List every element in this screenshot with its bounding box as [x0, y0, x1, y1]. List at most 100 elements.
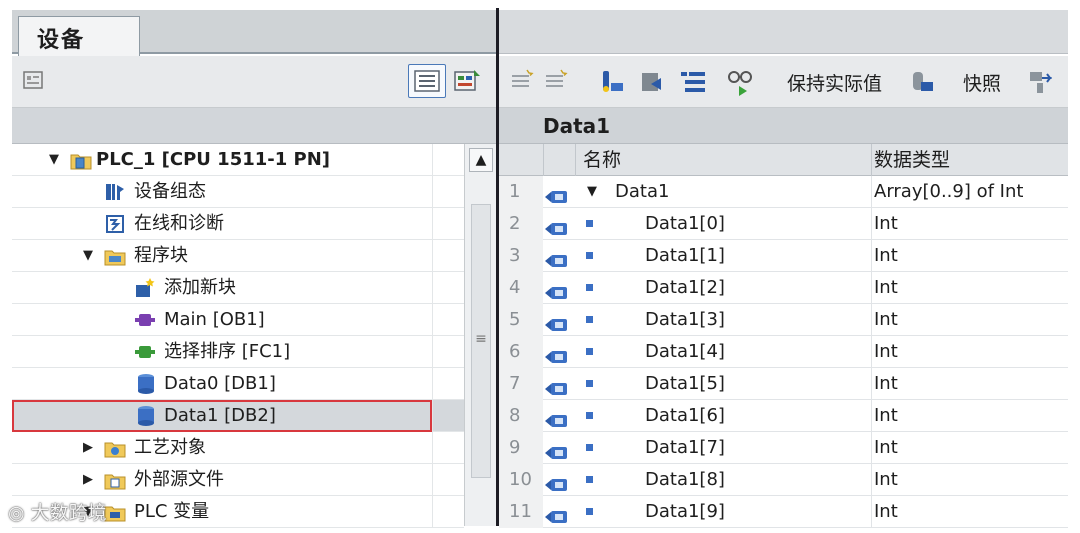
row-number: 11 [499, 496, 543, 528]
insert-row-icon[interactable] [509, 68, 535, 98]
scroll-up-icon[interactable]: ▲ [469, 148, 493, 172]
db-block-icon [136, 373, 158, 395]
row-name[interactable]: Data1[9] [645, 496, 725, 528]
row-name[interactable]: Data1[7] [645, 432, 725, 464]
row-data-type[interactable]: Int [871, 272, 898, 304]
device-tree-toolbar [12, 56, 496, 108]
online-diagnostics-icon [104, 213, 126, 235]
watermark: ◎ 大数跨境 [8, 498, 107, 525]
db-block-icon [136, 405, 158, 427]
row-name[interactable]: Data1[2] [645, 272, 725, 304]
row-name[interactable]: Data1[3] [645, 304, 725, 336]
device-tree-pane: 设备 ▼ PLC_1 [CPU 1511-1 PN] 设备组态 在线和诊断 ▼ … [12, 10, 496, 528]
row-data-type[interactable]: Int [871, 336, 898, 368]
tree-item-label: 选择排序 [FC1] [164, 341, 291, 362]
copy-values-icon[interactable] [639, 68, 667, 100]
expand-down-icon[interactable]: ▼ [82, 240, 94, 272]
expand-all-icon[interactable] [679, 68, 707, 100]
snapshot-camera-icon[interactable] [909, 68, 937, 100]
table-row[interactable]: 1 ▼ Data1 Array[0..9] of Int [499, 176, 1068, 208]
db-editor-pane: 保持实际值 快照 Data1 名称 数据类型 1 ▼ Data1 Array[0… [499, 10, 1068, 528]
table-row[interactable]: 9 Data1[7] Int [499, 432, 1068, 464]
load-snapshot-icon[interactable] [1027, 68, 1055, 100]
row-data-type[interactable]: Int [871, 368, 898, 400]
tag-io-icon [545, 280, 569, 299]
tree-item-label: Data0 [DB1] [164, 373, 276, 394]
list-view-button[interactable] [408, 64, 446, 98]
row-data-type[interactable]: Int [871, 432, 898, 464]
tree-scrollbar[interactable]: ▲ ≡ [464, 144, 496, 526]
table-row[interactable]: 8 Data1[6] Int [499, 400, 1068, 432]
keep-actual-values-button[interactable]: 保持实际值 [787, 69, 882, 96]
row-name[interactable]: Data1[8] [645, 464, 725, 496]
tree-item-add-new-block[interactable]: 添加新块 [12, 272, 464, 304]
row-number: 3 [499, 240, 543, 272]
row-data-type[interactable]: Int [871, 304, 898, 336]
tag-io-icon [545, 376, 569, 395]
tag-io-icon [545, 440, 569, 459]
expand-down-icon[interactable]: ▼ [48, 144, 60, 176]
watermark-logo-icon: ◎ [8, 502, 25, 524]
tree-item-online-diagnostics[interactable]: 在线和诊断 [12, 208, 464, 240]
element-bullet-icon [586, 380, 593, 387]
row-data-type[interactable]: Array[0..9] of Int [871, 176, 1023, 208]
column-header-name[interactable]: 名称 [583, 144, 621, 176]
tree-item-device-config[interactable]: 设备组态 [12, 176, 464, 208]
row-data-type[interactable]: Int [871, 240, 898, 272]
tab-devices[interactable]: 设备 [18, 16, 140, 56]
row-data-type[interactable]: Int [871, 400, 898, 432]
technology-objects-folder-icon [104, 437, 126, 459]
device-view-icon[interactable] [22, 68, 46, 96]
row-name[interactable]: Data1[4] [645, 336, 725, 368]
row-data-type[interactable]: Int [871, 496, 898, 528]
tree-item-label: PLC_1 [CPU 1511-1 PN] [96, 149, 331, 170]
tree-item-label: 工艺对象 [134, 437, 206, 458]
table-row[interactable]: 10 Data1[8] Int [499, 464, 1068, 496]
tree-item-plc1[interactable]: ▼ PLC_1 [CPU 1511-1 PN] [12, 144, 464, 176]
tree-item-sort-fc1[interactable]: 选择排序 [FC1] [12, 336, 464, 368]
grip-icon: ≡ [475, 331, 487, 347]
table-row[interactable]: 7 Data1[5] Int [499, 368, 1068, 400]
expand-down-icon[interactable]: ▼ [587, 176, 597, 208]
tree-item-technology-objects[interactable]: ▶ 工艺对象 [12, 432, 464, 464]
watermark-text: 大数跨境 [30, 502, 107, 524]
plc-folder-icon [70, 149, 92, 171]
tree-item-main-ob1[interactable]: Main [OB1] [12, 304, 464, 336]
tree-item-external-sources[interactable]: ▶ 外部源文件 [12, 464, 464, 496]
row-name[interactable]: Data1 [615, 176, 669, 208]
tree-item-data0-db1[interactable]: Data0 [DB1] [12, 368, 464, 400]
tree-item-data1-db2[interactable]: Data1 [DB2] [12, 400, 464, 432]
element-bullet-icon [586, 476, 593, 483]
element-bullet-icon [586, 444, 593, 451]
tree-item-label: 程序块 [134, 245, 188, 266]
snapshot-button[interactable]: 快照 [963, 69, 1001, 96]
tag-io-icon [545, 504, 569, 523]
column-header-data-type[interactable]: 数据类型 [871, 144, 950, 176]
monitor-all-icon[interactable] [725, 68, 755, 102]
table-row[interactable]: 6 Data1[4] Int [499, 336, 1068, 368]
table-row[interactable]: 3 Data1[1] Int [499, 240, 1068, 272]
tag-io-icon [545, 408, 569, 427]
expand-right-icon[interactable]: ▶ [82, 464, 94, 496]
expand-right-icon[interactable]: ▶ [82, 432, 94, 464]
program-blocks-folder-icon [104, 245, 126, 267]
table-row[interactable]: 4 Data1[2] Int [499, 272, 1068, 304]
element-bullet-icon [586, 220, 593, 227]
row-number: 10 [499, 464, 543, 496]
row-name[interactable]: Data1[6] [645, 400, 725, 432]
tag-io-icon [545, 344, 569, 363]
add-row-icon[interactable] [543, 68, 569, 98]
row-data-type[interactable]: Int [871, 464, 898, 496]
snapshot-db-icon[interactable] [599, 68, 627, 100]
row-name[interactable]: Data1[0] [645, 208, 725, 240]
tree-item-program-blocks[interactable]: ▼ 程序块 [12, 240, 464, 272]
table-row[interactable]: 11 Data1[9] Int [499, 496, 1068, 528]
row-data-type[interactable]: Int [871, 208, 898, 240]
network-view-icon[interactable] [452, 66, 482, 100]
table-row[interactable]: 2 Data1[0] Int [499, 208, 1068, 240]
scroll-thumb[interactable]: ≡ [471, 204, 491, 478]
row-name[interactable]: Data1[5] [645, 368, 725, 400]
table-row[interactable]: 5 Data1[3] Int [499, 304, 1068, 336]
db-editor-toolbar: 保持实际值 快照 [499, 56, 1068, 108]
row-name[interactable]: Data1[1] [645, 240, 725, 272]
